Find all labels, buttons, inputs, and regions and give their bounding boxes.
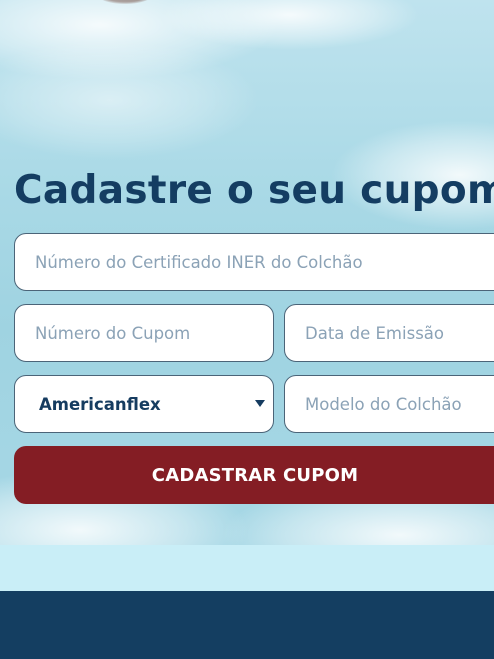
section-divider-band xyxy=(0,545,494,591)
coupon-number-input[interactable] xyxy=(15,305,273,361)
chevron-down-icon xyxy=(255,400,265,407)
register-coupon-button[interactable]: CADASTRAR CUPOM xyxy=(14,446,494,504)
mattress-model-field[interactable] xyxy=(284,375,494,433)
certificate-number-field[interactable] xyxy=(14,233,494,291)
coupon-number-field[interactable] xyxy=(14,304,274,362)
mattress-model-input[interactable] xyxy=(285,376,494,432)
certificate-number-input[interactable] xyxy=(15,234,494,290)
page-title: Cadastre o seu cupom xyxy=(14,168,494,213)
footer xyxy=(0,591,494,659)
issue-date-field[interactable] xyxy=(284,304,494,362)
issue-date-input[interactable] xyxy=(285,305,494,361)
brand-select[interactable]: Americanflex xyxy=(14,375,274,433)
brand-select-value: Americanflex xyxy=(39,394,161,414)
